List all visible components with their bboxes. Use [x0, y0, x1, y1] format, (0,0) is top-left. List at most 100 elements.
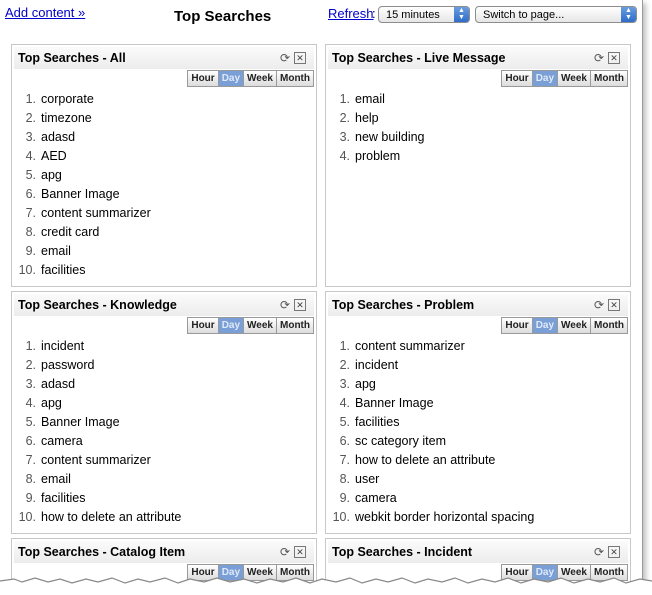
tab-hour[interactable]: Hour: [502, 71, 532, 86]
list-item[interactable]: 4. Banner Image: [330, 394, 534, 413]
list-item-number: 2.: [339, 358, 350, 372]
switch-page-select[interactable]: Switch to page... ▲ ▼: [475, 6, 637, 23]
search-panel: Top Searches - Knowledge ⟳ ✕ Hour Day Week Mon…: [11, 291, 317, 534]
list-item-label: Banner Image: [355, 396, 434, 410]
tab-day[interactable]: Day: [531, 71, 558, 86]
list-item-number: 3.: [25, 130, 36, 144]
list-item-number: 6.: [25, 434, 36, 448]
list-item-label: camera: [41, 434, 83, 448]
close-icon[interactable]: ✕: [294, 299, 306, 311]
list-item[interactable]: 1. corporate: [16, 90, 151, 109]
tab-week[interactable]: Week: [243, 71, 276, 86]
list-item[interactable]: 6. sc category item: [330, 432, 534, 451]
list-item[interactable]: 10. how to delete an attribute: [16, 508, 182, 527]
add-content-link[interactable]: Add content »: [5, 5, 85, 20]
tab-hour[interactable]: Hour: [502, 318, 532, 333]
list-item[interactable]: 8. credit card: [16, 223, 151, 242]
header: Add content » Top Searches Refresh : 15 …: [0, 0, 642, 36]
list-item[interactable]: 7. how to delete an attribute: [330, 451, 534, 470]
list-item[interactable]: 9. facilities: [16, 489, 181, 508]
list-item[interactable]: 2. incident: [330, 356, 534, 375]
torn-edge: [0, 577, 652, 595]
list-item-number: 9.: [25, 491, 36, 505]
panel-titlebar[interactable]: Top Searches - Incident ⟳ ✕: [328, 541, 628, 563]
list-item-number: 1.: [25, 92, 36, 106]
list-item[interactable]: 8. user: [330, 470, 534, 489]
tab-month[interactable]: Month: [276, 71, 313, 86]
tab-hour[interactable]: Hour: [188, 318, 218, 333]
list-item[interactable]: 9. camera: [330, 489, 534, 508]
list-item[interactable]: 7. content summarizer: [16, 451, 181, 470]
panel-titlebar[interactable]: Top Searches - Live Message ⟳ ✕: [328, 47, 628, 69]
list-item[interactable]: 5. apg: [16, 166, 151, 185]
page-title: Top Searches: [174, 8, 272, 25]
list-item[interactable]: 6. Banner Image: [16, 185, 151, 204]
list-item-label: new building: [355, 130, 425, 144]
list-item[interactable]: 3. new building: [330, 128, 425, 147]
list-item[interactable]: 2. help: [330, 109, 425, 128]
list-item[interactable]: 9. email: [16, 242, 151, 261]
refresh-interval-select[interactable]: 15 minutes ▲ ▼: [378, 6, 470, 23]
switch-page-value: Switch to page...: [483, 9, 565, 21]
list-item[interactable]: 8. email: [16, 470, 181, 489]
list-item-number: 1.: [339, 339, 350, 353]
list-item-number: 10.: [332, 510, 350, 524]
tab-day[interactable]: Day: [217, 71, 244, 86]
tab-week[interactable]: Week: [243, 318, 276, 333]
list-item-number: 4.: [25, 149, 36, 163]
refresh-icon[interactable]: ⟳: [594, 545, 604, 559]
list-item-label: how to delete an attribute: [41, 510, 182, 524]
list-item-number: 7.: [25, 206, 36, 220]
list-item[interactable]: 1. incident: [16, 337, 181, 356]
list-item-label: Banner Image: [41, 415, 120, 429]
close-icon[interactable]: ✕: [608, 299, 620, 311]
tab-hour[interactable]: Hour: [188, 71, 218, 86]
tab-day[interactable]: Day: [531, 318, 558, 333]
tab-week[interactable]: Week: [557, 318, 590, 333]
tab-day[interactable]: Day: [217, 318, 244, 333]
list-item[interactable]: 1. content summarizer: [330, 337, 534, 356]
list-item[interactable]: 10. webkit border horizontal spacing: [330, 508, 535, 527]
panel-titlebar[interactable]: Top Searches - Problem ⟳ ✕: [328, 294, 628, 316]
list-item[interactable]: 6. camera: [16, 432, 181, 451]
panel-titlebar[interactable]: Top Searches - All ⟳ ✕: [14, 47, 314, 69]
panel-title: Top Searches - All: [18, 51, 126, 65]
list-item-number: 2.: [25, 111, 36, 125]
panel-titlebar[interactable]: Top Searches - Knowledge ⟳ ✕: [14, 294, 314, 316]
close-icon[interactable]: ✕: [294, 52, 306, 64]
refresh-icon[interactable]: ⟳: [594, 51, 604, 65]
list-item[interactable]: 7. content summarizer: [16, 204, 151, 223]
close-icon[interactable]: ✕: [294, 546, 306, 558]
list-item[interactable]: 3. adasd: [16, 128, 151, 147]
list-item[interactable]: 5. facilities: [330, 413, 534, 432]
list-item[interactable]: 3. apg: [330, 375, 534, 394]
refresh-icon[interactable]: ⟳: [280, 51, 290, 65]
refresh-colon: :: [372, 6, 376, 21]
tab-month[interactable]: Month: [276, 318, 313, 333]
tab-month[interactable]: Month: [590, 318, 627, 333]
list-item[interactable]: 10. facilities: [16, 261, 151, 280]
list-item[interactable]: 2. password: [16, 356, 181, 375]
list-item-label: webkit border horizontal spacing: [355, 510, 535, 524]
refresh-icon[interactable]: ⟳: [594, 298, 604, 312]
refresh-icon[interactable]: ⟳: [280, 545, 290, 559]
close-icon[interactable]: ✕: [608, 52, 620, 64]
list-item[interactable]: 3. adasd: [16, 375, 181, 394]
list-item-label: credit card: [41, 225, 100, 239]
close-icon[interactable]: ✕: [608, 546, 620, 558]
list-item[interactable]: 4. apg: [16, 394, 181, 413]
list-item[interactable]: 5. Banner Image: [16, 413, 181, 432]
list-item-number: 5.: [25, 415, 36, 429]
tab-month[interactable]: Month: [590, 71, 627, 86]
refresh-link[interactable]: Refresh: [328, 6, 374, 21]
panel-titlebar[interactable]: Top Searches - Catalog Item ⟳ ✕: [14, 541, 314, 563]
list-item-label: sc category item: [355, 434, 447, 448]
list-item[interactable]: 1. email: [330, 90, 425, 109]
list-item[interactable]: 2. timezone: [16, 109, 151, 128]
list-item-number: 3.: [339, 377, 350, 391]
tab-week[interactable]: Week: [557, 71, 590, 86]
list-item-number: 10.: [18, 263, 36, 277]
list-item[interactable]: 4. problem: [330, 147, 425, 166]
refresh-icon[interactable]: ⟳: [280, 298, 290, 312]
list-item[interactable]: 4. AED: [16, 147, 151, 166]
